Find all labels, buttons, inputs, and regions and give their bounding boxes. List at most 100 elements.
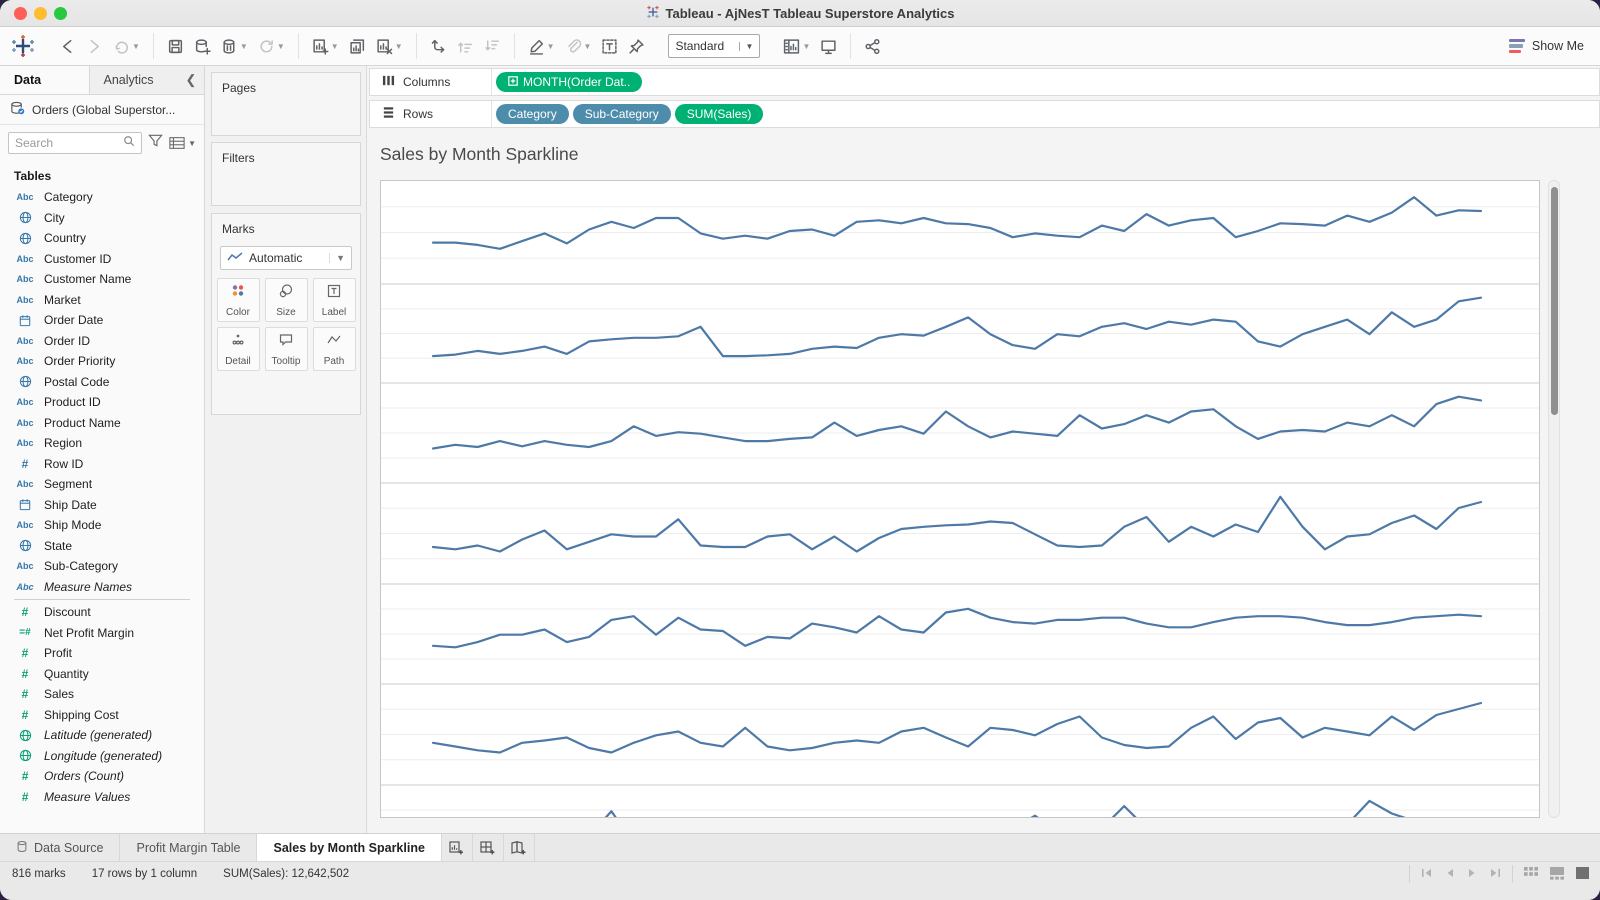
- pill-sum-sales-[interactable]: SUM(Sales): [674, 104, 764, 124]
- field-order-id[interactable]: Abc Order ID: [14, 331, 204, 352]
- path-icon: [326, 332, 342, 353]
- fit-mode-select[interactable]: Standard ▼: [668, 34, 761, 58]
- pill-category[interactable]: Category: [496, 104, 569, 124]
- new-data-source-button[interactable]: [189, 35, 216, 58]
- color-icon: [230, 283, 246, 304]
- field-market[interactable]: Abc Market: [14, 290, 204, 311]
- marks-path-button[interactable]: Path: [312, 327, 356, 371]
- duplicate-sheet-button[interactable]: [344, 35, 371, 58]
- show-me-button[interactable]: Show Me: [1508, 38, 1584, 54]
- field-city[interactable]: City: [14, 208, 204, 229]
- field-order-date[interactable]: Order Date: [14, 310, 204, 331]
- marks-label-button[interactable]: Label: [312, 278, 356, 322]
- field-measure-names[interactable]: Abc Measure Names: [14, 577, 204, 598]
- new-worksheet-tab-button[interactable]: [442, 834, 473, 861]
- field-orders-count-[interactable]: # Orders (Count): [14, 766, 204, 787]
- collapse-pane-icon[interactable]: ❮: [178, 66, 204, 94]
- sort-descending-button: [479, 35, 506, 58]
- field-ship-mode[interactable]: Abc Ship Mode: [14, 515, 204, 536]
- field-shipping-cost[interactable]: # Shipping Cost: [14, 705, 204, 726]
- redo-arrow-button: ▼: [108, 35, 145, 58]
- chart-pane[interactable]: [380, 180, 1540, 861]
- datasource-tab-icon: [16, 840, 28, 856]
- highlight-button[interactable]: ▼: [523, 35, 560, 58]
- search-input[interactable]: [8, 132, 143, 154]
- vertical-scrollbar[interactable]: [1548, 180, 1560, 818]
- pause-data-updates-button[interactable]: ▼: [216, 35, 253, 58]
- field-row-id[interactable]: # Row ID: [14, 454, 204, 475]
- tab-data[interactable]: Data: [0, 66, 90, 94]
- field-product-name[interactable]: Abc Product Name: [14, 413, 204, 434]
- sheet-tab-sales-by-month-sparkline[interactable]: Sales by Month Sparkline: [257, 834, 442, 861]
- tableau-logo-icon[interactable]: [0, 35, 46, 57]
- field-longitude-generated-[interactable]: Longitude (generated): [14, 746, 204, 767]
- last-sheet-icon[interactable]: [1488, 867, 1502, 882]
- new-story-tab-button[interactable]: [504, 834, 535, 861]
- new-worksheet-button[interactable]: ▼: [307, 35, 344, 58]
- field-profit[interactable]: # Profit: [14, 643, 204, 664]
- expand-plus-icon: [508, 75, 518, 89]
- previous-sheet-icon[interactable]: [1444, 867, 1456, 882]
- field-state[interactable]: State: [14, 536, 204, 557]
- text-label-button[interactable]: [596, 35, 623, 58]
- field-ship-date[interactable]: Ship Date: [14, 495, 204, 516]
- field-sub-category[interactable]: Abc Sub-Category: [14, 556, 204, 577]
- field-customer-id[interactable]: Abc Customer ID: [14, 249, 204, 270]
- first-sheet-icon[interactable]: [1420, 867, 1434, 882]
- search-icon: [123, 134, 135, 152]
- marks-size-button[interactable]: Size: [264, 278, 308, 322]
- pill-month-order-dat-[interactable]: MONTH(Order Dat..: [496, 72, 643, 92]
- presentation-mode-button[interactable]: [815, 35, 842, 58]
- datasource-item[interactable]: Orders (Global Superstor...: [0, 95, 204, 125]
- size-icon: [278, 283, 294, 304]
- field-order-priority[interactable]: Abc Order Priority: [14, 351, 204, 372]
- chevron-down-icon: ▼: [546, 41, 555, 51]
- field-customer-name[interactable]: Abc Customer Name: [14, 269, 204, 290]
- show-tabs-icon[interactable]: [1523, 866, 1539, 883]
- sheet-tab-profit-margin-table[interactable]: Profit Margin Table: [120, 834, 258, 861]
- field-category[interactable]: Abc Category: [14, 187, 204, 208]
- columns-shelf[interactable]: Columns MONTH(Order Dat..: [369, 68, 1600, 96]
- sheet-tab-data-source[interactable]: Data Source: [0, 834, 121, 861]
- field-quantity[interactable]: # Quantity: [14, 664, 204, 685]
- tab-analytics[interactable]: Analytics: [90, 66, 179, 94]
- show-hide-cards-button[interactable]: ▼: [778, 35, 815, 58]
- field-product-id[interactable]: Abc Product ID: [14, 392, 204, 413]
- show-filmstrip-icon[interactable]: [1549, 866, 1565, 883]
- rows-shelf[interactable]: Rows Category Sub-Category SUM(Sales): [369, 100, 1600, 128]
- field-latitude-generated-[interactable]: Latitude (generated): [14, 725, 204, 746]
- tables-heading: Tables: [14, 169, 52, 183]
- field-measure-values[interactable]: # Measure Values: [14, 787, 204, 808]
- show-sheet-icon[interactable]: [1575, 866, 1590, 883]
- marks-count: 816 marks: [12, 868, 66, 880]
- status-bar: 816 marks 17 rows by 1 column SUM(Sales)…: [0, 861, 1600, 900]
- next-sheet-icon[interactable]: [1466, 867, 1478, 882]
- scrollbar-thumb[interactable]: [1550, 187, 1558, 415]
- filter-fields-icon[interactable]: [148, 133, 163, 153]
- filters-card[interactable]: Filters: [211, 142, 361, 206]
- view-options-icon[interactable]: ▼: [169, 136, 196, 150]
- pages-card[interactable]: Pages: [211, 72, 361, 136]
- field-country[interactable]: Country: [14, 228, 204, 249]
- field-net-profit-margin[interactable]: =# Net Profit Margin: [14, 623, 204, 644]
- new-dashboard-tab-button[interactable]: [473, 834, 504, 861]
- pages-card-title: Pages: [222, 81, 257, 95]
- detail-icon: [230, 332, 246, 353]
- marks-color-button[interactable]: Color: [216, 278, 260, 322]
- marks-detail-button[interactable]: Detail: [216, 327, 260, 371]
- save-button[interactable]: [162, 35, 189, 58]
- mark-type-select[interactable]: Automatic ▼: [220, 246, 352, 270]
- marks-tooltip-button[interactable]: Tooltip: [264, 327, 308, 371]
- swap-rows-columns-button[interactable]: [425, 35, 452, 58]
- field-region[interactable]: Abc Region: [14, 433, 204, 454]
- field-sales[interactable]: # Sales: [14, 684, 204, 705]
- back-arrow-button[interactable]: [54, 35, 81, 58]
- field-discount[interactable]: # Discount: [14, 602, 204, 623]
- share-button[interactable]: [859, 35, 886, 58]
- aggregate-value: SUM(Sales): 12,642,502: [223, 868, 350, 880]
- field-segment[interactable]: Abc Segment: [14, 474, 204, 495]
- pill-sub-category[interactable]: Sub-Category: [572, 104, 671, 124]
- fix-axes-pin-button[interactable]: [623, 35, 650, 58]
- clear-sheet-button[interactable]: ▼: [371, 35, 408, 58]
- field-postal-code[interactable]: Postal Code: [14, 372, 204, 393]
